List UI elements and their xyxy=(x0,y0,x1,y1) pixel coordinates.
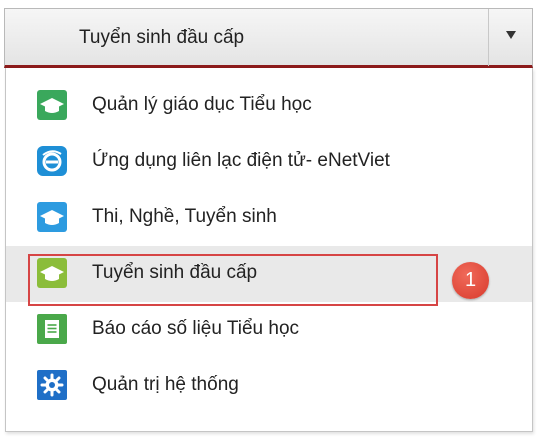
screenshot-frame: Tuyển sinh đầu cấp Quản lý giáo dục Tiểu… xyxy=(0,0,539,439)
menu-item-label: Thi, Nghề, Tuyển sinh xyxy=(92,206,277,227)
menu-item-label: Quản trị hệ thống xyxy=(92,374,239,395)
document-icon xyxy=(37,314,67,344)
step-number-badge: 1 xyxy=(452,262,489,299)
menu-item-thi-nghe-tuyen-sinh[interactable]: Thi, Nghề, Tuyển sinh xyxy=(6,190,532,246)
enetviet-logo-icon xyxy=(37,146,67,176)
caret-down-icon[interactable] xyxy=(506,31,516,39)
select-divider xyxy=(488,9,489,66)
menu-item-label: Báo cáo số liệu Tiểu học xyxy=(92,318,300,339)
highlight-box xyxy=(28,254,438,306)
module-dropdown-menu: Quản lý giáo dục Tiểu học Ứng dụng liên … xyxy=(5,68,533,432)
menu-item-quan-ly-giao-duc-tieu-hoc[interactable]: Quản lý giáo dục Tiểu học xyxy=(6,78,532,134)
module-select-value: Tuyển sinh đầu cấp xyxy=(79,27,245,48)
module-select[interactable]: Tuyển sinh đầu cấp xyxy=(4,8,533,68)
menu-item-quan-tri-he-thong[interactable]: Quản trị hệ thống xyxy=(6,358,532,414)
menu-item-label: Ứng dụng liên lạc điện tử- eNetViet xyxy=(92,150,390,171)
menu-item-bao-cao-so-lieu-tieu-hoc[interactable]: Báo cáo số liệu Tiểu học xyxy=(6,302,532,358)
graduation-cap-icon xyxy=(37,202,67,232)
menu-item-label: Quản lý giáo dục Tiểu học xyxy=(92,94,312,115)
graduation-cap-icon xyxy=(37,90,67,120)
gear-icon xyxy=(37,370,67,400)
menu-item-enetviet[interactable]: Ứng dụng liên lạc điện tử- eNetViet xyxy=(6,134,532,190)
